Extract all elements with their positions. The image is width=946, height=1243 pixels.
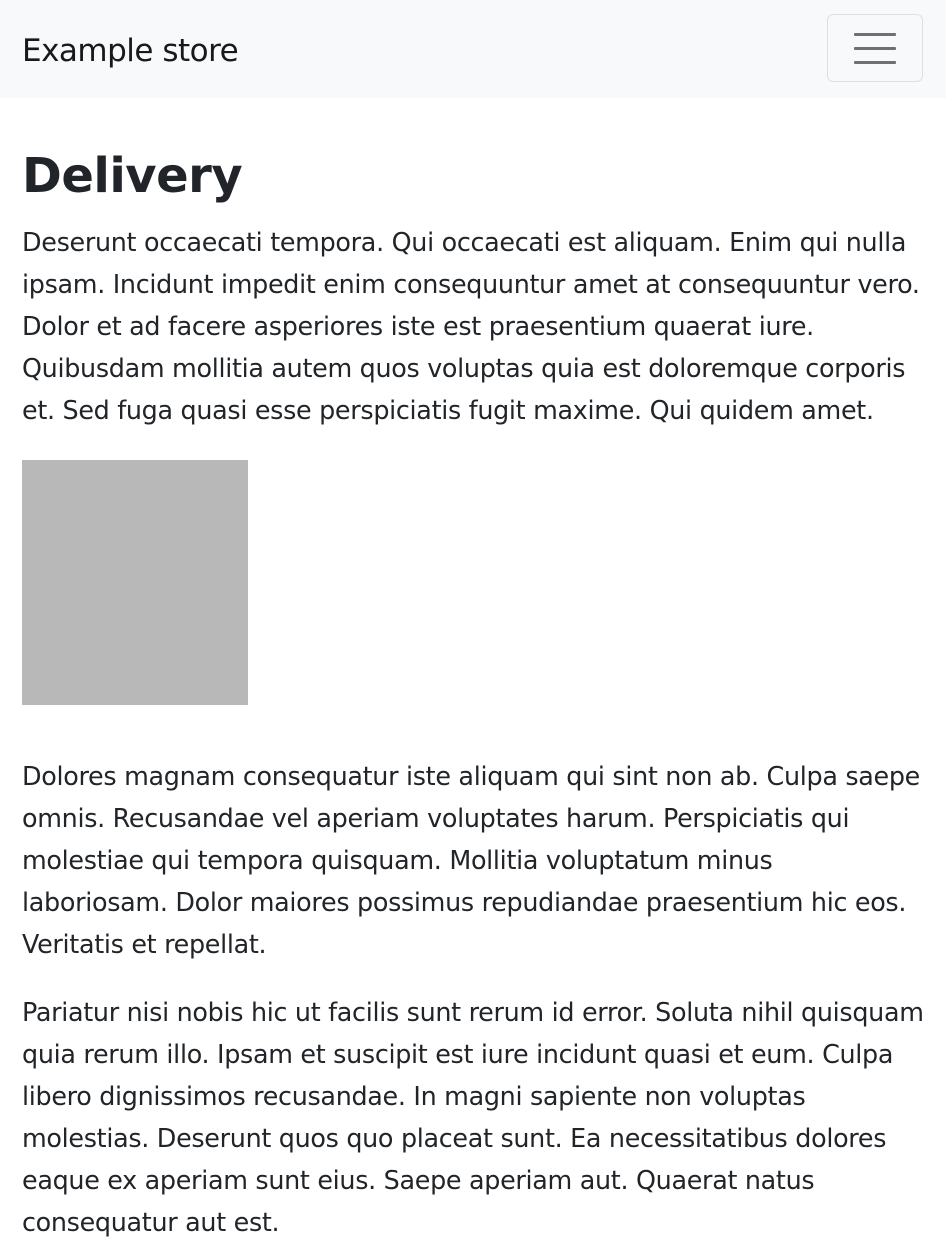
navbar: Example store <box>0 0 946 98</box>
paragraph: Pariatur nisi nobis hic ut facilis sunt … <box>22 997 924 1237</box>
navbar-toggler-button[interactable] <box>827 14 923 82</box>
hamburger-menu-icon <box>854 33 896 65</box>
page-title: Delivery <box>22 148 243 204</box>
paragraph: Dolores magnam consequatur iste aliquam … <box>22 761 920 959</box>
paragraph: Deserunt occaecati tempora. Qui occaecat… <box>22 227 920 425</box>
main-content: Delivery Deserunt occaecati tempora. Qui… <box>22 140 924 1243</box>
navbar-brand[interactable]: Example store <box>22 28 239 74</box>
image-placeholder <box>22 460 248 705</box>
